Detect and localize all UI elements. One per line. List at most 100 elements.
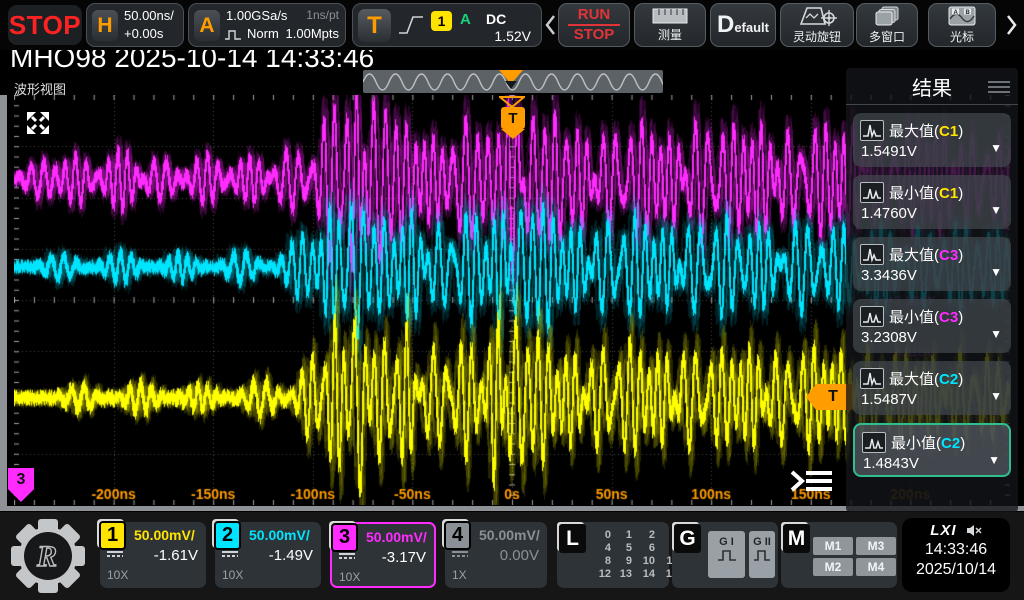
svg-text:B: B [966, 10, 971, 16]
trigger-sweep: A [460, 11, 471, 28]
dropdown-arrow-icon[interactable]: ▼ [988, 453, 1000, 467]
measure-button[interactable]: 测量 [634, 3, 706, 47]
measurement-item-min-c2[interactable]: 最小值(C2) 1.4843V ▼ [853, 423, 1011, 477]
measurement-icon [860, 306, 884, 327]
expand-fullscreen-icon[interactable] [24, 109, 52, 137]
sample-rate: 1.00GSa/s [226, 8, 287, 23]
sample-resolution: 1ns/pt [306, 8, 339, 22]
channel-2-card[interactable]: 2 50.00mV/ -1.49V 10X [215, 522, 321, 588]
stacked-windows-icon [874, 6, 900, 26]
dropdown-arrow-icon[interactable]: ▼ [990, 327, 1002, 341]
math-3-button[interactable]: M3 [856, 537, 896, 555]
square-wave-icon [717, 549, 737, 561]
measurement-icon [860, 182, 884, 203]
knob-waveform-gear-icon [797, 6, 837, 26]
acquire-panel[interactable]: A 1.00GSa/s Norm 1ns/pt 1.00Mpts [188, 3, 346, 47]
measurement-item-max-c1[interactable]: 最大值(C1) 1.5491V ▼ [853, 113, 1011, 167]
measurement-value: 1.5487V [861, 391, 917, 408]
measurement-item-min-c1[interactable]: 最小值(C1) 1.4760V ▼ [853, 175, 1011, 229]
dc-coupling-icon [339, 553, 355, 559]
default-button[interactable]: Default [710, 3, 776, 47]
math-4-button[interactable]: M4 [856, 558, 896, 576]
acquire-mode-icon [225, 29, 245, 41]
top-toolbar: STOP H 50.00ns/ +0.00s A 1.00GSa/s Norm … [0, 0, 1024, 50]
dc-coupling-icon [222, 551, 238, 557]
generator-2-button[interactable]: G II [749, 531, 775, 578]
channel-4-card[interactable]: 4 50.00mV/ 0.00V 1X [445, 522, 547, 588]
results-title: 结果 [912, 72, 952, 101]
generator-card[interactable]: G G I G II [672, 522, 778, 588]
logic-badge: L [559, 524, 586, 553]
results-panel: 结果 最大值(C1) 1.5491V ▼ 最小值(C1) 1.4760V ▼ 最… [846, 68, 1018, 512]
trigger-source-badge: 1 [431, 11, 452, 31]
square-wave-icon [753, 549, 771, 561]
channel-1-card[interactable]: 1 50.00mV/ -1.61V 10X [100, 522, 206, 588]
measurement-icon [860, 244, 884, 265]
svg-text:A: A [954, 10, 959, 16]
left-scroll-rail[interactable] [0, 95, 7, 511]
generator-1-button[interactable]: G I [708, 531, 745, 578]
stop-status-button[interactable]: STOP [8, 5, 82, 45]
measurement-value: 3.2308V [861, 329, 917, 346]
channel-4-badge: 4 [444, 521, 471, 550]
logic-channels-card[interactable]: L 0123 4567 891011 12131415 [557, 522, 669, 588]
math-card[interactable]: M M1 M3 M2 M4 [781, 522, 897, 588]
trigger-position-marker-inner [505, 81, 517, 89]
measurement-icon [860, 368, 884, 389]
rigol-logo[interactable]: R [10, 518, 86, 594]
channel-1-badge: 1 [99, 521, 126, 550]
trigger-time-flag[interactable]: T [501, 107, 525, 129]
generator-badge: G [674, 524, 701, 553]
ruler-icon [652, 8, 688, 24]
trigger-level: 1.52V [494, 28, 531, 44]
results-header: 结果 [846, 68, 1018, 105]
measurement-value: 3.3436V [861, 267, 917, 284]
trigger-panel[interactable]: T 1 A DC 1.52V [352, 3, 542, 47]
measurement-item-min-c3[interactable]: 最小值(C3) 3.2308V ▼ [853, 299, 1011, 353]
measurement-value: 1.4760V [861, 205, 917, 222]
dc-coupling-icon [107, 551, 123, 557]
quick-knob-button[interactable]: 灵动旋钮 [780, 3, 854, 47]
acquire-mode: Norm [247, 26, 279, 41]
expand-results-list-icon[interactable] [788, 466, 836, 496]
dc-coupling-icon [452, 551, 468, 557]
measurement-item-max-c2[interactable]: 最大值(C2) 1.5487V ▼ [853, 361, 1011, 415]
channel-2-badge: 2 [214, 521, 241, 550]
math-badge: M [783, 524, 810, 553]
toolbar-scroll-left-icon[interactable] [544, 13, 556, 37]
menu-icon[interactable] [988, 78, 1010, 96]
measurement-item-max-c3[interactable]: 最大值(C3) 3.3436V ▼ [853, 237, 1011, 291]
dropdown-arrow-icon[interactable]: ▼ [990, 203, 1002, 217]
dropdown-arrow-icon[interactable]: ▼ [990, 389, 1002, 403]
rising-edge-icon [397, 13, 425, 37]
logic-channel-numbers: 0123 4567 891011 12131415 [597, 529, 678, 581]
math-1-button[interactable]: M1 [813, 537, 853, 555]
math-2-button[interactable]: M2 [813, 558, 853, 576]
toolbar-scroll-right-icon[interactable] [1006, 13, 1018, 37]
dropdown-arrow-icon[interactable]: ▼ [990, 265, 1002, 279]
measurement-value: 1.5491V [861, 143, 917, 160]
horizontal-badge: H [92, 10, 118, 41]
tab-waveform-view[interactable]: 波形视图 [14, 79, 66, 98]
measurement-icon [862, 432, 886, 453]
speaker-muted-icon [966, 524, 982, 537]
svg-text:R: R [36, 540, 57, 573]
multi-window-button[interactable]: 多窗口 [856, 3, 918, 47]
run-stop-button[interactable]: RUNSTOP [558, 3, 630, 47]
bottom-status-bar: R 1 50.00mV/ -1.61V 10X 2 50.00mV/ -1.49… [0, 512, 1024, 600]
trigger-coupling: DC [486, 11, 506, 27]
channel-3-badge: 3 [331, 523, 358, 552]
status-time: 14:33:46 [902, 541, 1010, 559]
acquire-badge: A [194, 10, 220, 41]
channel-3-card[interactable]: 3 50.00mV/ -3.17V 10X [330, 522, 436, 588]
clock-card[interactable]: LXI 14:33:46 2025/10/14 [902, 518, 1010, 592]
lxi-label: LXI [930, 522, 956, 539]
horizontal-panel[interactable]: H 50.00ns/ +0.00s [86, 3, 184, 47]
cursor-button[interactable]: A B 光标 [928, 3, 996, 47]
timebase-overview-strip[interactable] [363, 70, 663, 93]
timebase-offset: +0.00s [124, 26, 163, 41]
measurement-value: 1.4843V [863, 455, 919, 472]
status-date: 2025/10/14 [902, 561, 1010, 579]
timebase-scale: 50.00ns/ [124, 8, 174, 23]
dropdown-arrow-icon[interactable]: ▼ [990, 141, 1002, 155]
